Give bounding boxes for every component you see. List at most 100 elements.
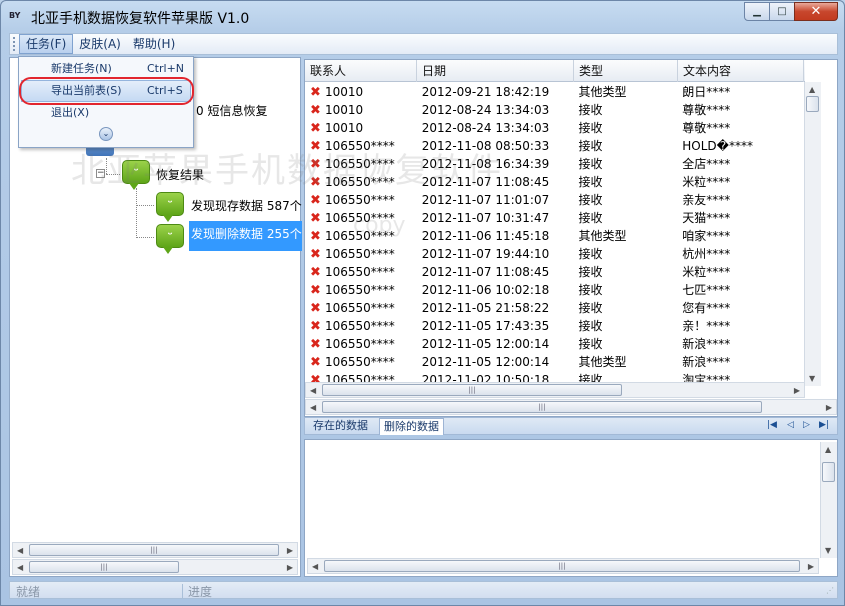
tree-node-results[interactable]: 恢复结果 xyxy=(156,166,204,183)
cell-contact: ✖ 106550**** xyxy=(305,245,417,263)
scroll-thumb[interactable] xyxy=(806,96,819,112)
table-row[interactable]: ✖ 106550**** 2012-11-05 21:58:22 接收 您有**** xyxy=(305,299,803,317)
next-page-icon[interactable]: ▷ xyxy=(803,420,810,430)
table-row[interactable]: ✖ 106550**** 2012-11-07 11:08:45 接收 米粒**** xyxy=(305,173,803,191)
scroll-left-icon[interactable]: ◀ xyxy=(310,403,316,412)
table-row[interactable]: ✖ 106550**** 2012-11-05 12:00:14 其他类型 新浪**** xyxy=(305,353,803,371)
cell-type: 接收 xyxy=(573,119,677,137)
table-row[interactable]: ✖ 106550**** 2012-11-07 11:08:45 接收 米粒**** xyxy=(305,263,803,281)
deleted-x-icon: ✖ xyxy=(310,175,321,190)
close-button[interactable]: ✕ xyxy=(794,2,838,21)
table-row[interactable]: ✖ 106550**** 2012-11-06 10:02:18 接收 七匹**** xyxy=(305,281,803,299)
scroll-right-icon[interactable]: ▶ xyxy=(287,546,293,555)
message-detail-pane[interactable]: ▲ ▼ ◀ ||| ▶ xyxy=(304,439,838,577)
last-page-icon[interactable]: ▶| xyxy=(819,420,829,430)
scroll-left-icon[interactable]: ◀ xyxy=(17,563,23,572)
scroll-thumb[interactable] xyxy=(822,462,835,482)
table-row[interactable]: ✖ 106550**** 2012-11-05 12:00:14 接收 新浪**** xyxy=(305,335,803,353)
table-row[interactable]: ✖ 10010 2012-08-24 13:34:03 接收 尊敬**** xyxy=(305,119,803,137)
column-header-type[interactable]: 类型 xyxy=(574,60,678,82)
scroll-down-icon[interactable]: ▼ xyxy=(825,546,831,555)
table-row[interactable]: ✖ 106550**** 2012-11-06 11:45:18 其他类型 咱家**** xyxy=(305,227,803,245)
table-hscroll-upper[interactable]: ◀ ||| ▶ xyxy=(305,382,805,398)
table-vscroll[interactable]: ▲ ▼ xyxy=(804,82,821,386)
table-hscroll-lower[interactable]: ◀ ||| ▶ xyxy=(305,399,837,415)
table-row[interactable]: ✖ 10010 2012-08-24 13:34:03 接收 尊敬**** xyxy=(305,101,803,119)
minimize-button[interactable]: ▁ xyxy=(744,2,770,21)
scroll-thumb[interactable]: ||| xyxy=(29,561,179,573)
tree-root-label[interactable]: 0 短信息恢复 xyxy=(196,102,267,119)
scroll-right-icon[interactable]: ▶ xyxy=(794,386,800,395)
tree-hscroll-upper[interactable]: ◀ ||| ▶ xyxy=(12,542,298,558)
cell-value: 10010 xyxy=(325,121,364,135)
table-row[interactable]: ✖ 106550**** 2012-11-05 17:43:35 接收 亲！**** xyxy=(305,317,803,335)
cell-date: 2012-09-21 18:42:19 xyxy=(417,83,574,101)
cell-type: 接收 xyxy=(573,263,677,281)
scroll-thumb[interactable]: ||| xyxy=(322,401,762,413)
cell-text: 七匹**** xyxy=(677,281,803,299)
column-header-contact[interactable]: 联系人 xyxy=(305,60,417,82)
app-window: BY 北亚手机数据恢复软件苹果版 V1.0 ▁ □ ✕ 任务(F) 皮肤(A) … xyxy=(0,0,845,606)
scroll-right-icon[interactable]: ▶ xyxy=(287,563,293,572)
cell-value: 天猫**** xyxy=(682,211,731,225)
tree-node-deleted[interactable]: 发现删除数据 255个 xyxy=(189,221,302,251)
window-controls: ▁ □ ✕ xyxy=(744,2,838,22)
cell-value: 106550**** xyxy=(325,139,395,153)
menu-item-exit[interactable]: 退出(X) xyxy=(21,102,191,124)
tab-deleted[interactable]: 删除的数据 xyxy=(379,418,444,435)
cell-value: 106550**** xyxy=(325,283,395,297)
tab-existing[interactable]: 存在的数据 xyxy=(309,418,372,435)
table-row[interactable]: ✖ 106550**** 2012-11-07 19:44:10 接收 杭州**** xyxy=(305,245,803,263)
column-header-text[interactable]: 文本内容 xyxy=(678,60,804,82)
tree-hscroll-lower[interactable]: ◀ ||| ▶ xyxy=(12,559,298,575)
scroll-right-icon[interactable]: ▶ xyxy=(826,403,832,412)
cell-text: 咱家**** xyxy=(677,227,803,245)
status-divider xyxy=(182,584,183,598)
table-row[interactable]: ✖ 106550**** 2012-11-08 08:50:33 接收 HOLD�***… xyxy=(305,137,803,155)
cell-value: 接收 xyxy=(578,247,603,261)
prev-page-icon[interactable]: ◁ xyxy=(787,420,794,430)
table-row[interactable]: ✖ 10010 2012-09-21 18:42:19 其他类型 朗日**** xyxy=(305,83,803,101)
scroll-thumb[interactable]: ||| xyxy=(324,560,800,572)
scroll-up-icon[interactable]: ▲ xyxy=(825,445,831,454)
menu-skin[interactable]: 皮肤(A) xyxy=(73,34,127,54)
table-row[interactable]: ✖ 106550**** 2012-11-07 10:31:47 接收 天猫**** xyxy=(305,209,803,227)
cell-type: 接收 xyxy=(573,245,677,263)
detail-vscroll[interactable]: ▲ ▼ xyxy=(820,442,837,558)
maximize-button[interactable]: □ xyxy=(769,2,795,21)
deleted-x-icon: ✖ xyxy=(310,319,321,334)
scroll-thumb[interactable]: ||| xyxy=(29,544,279,556)
window-title: 北亚手机数据恢复软件苹果版 V1.0 xyxy=(31,11,250,27)
scroll-thumb[interactable]: ||| xyxy=(322,384,622,396)
tree-line xyxy=(136,237,154,238)
detail-hscroll[interactable]: ◀ ||| ▶ xyxy=(307,558,819,574)
first-page-icon[interactable]: |◀ xyxy=(767,420,777,430)
cell-date: 2012-11-05 12:00:14 xyxy=(417,353,574,371)
expand-more-icon[interactable]: ⌄ xyxy=(99,127,113,141)
scroll-up-icon[interactable]: ▲ xyxy=(809,85,815,94)
cell-value: 其他类型 xyxy=(578,229,627,243)
cell-contact: ✖ 106550**** xyxy=(305,299,417,317)
collapse-toggle-icon[interactable]: − xyxy=(96,169,105,178)
tree-node-existing[interactable]: 发现现存数据 587个 xyxy=(191,197,302,214)
cell-type: 接收 xyxy=(573,317,677,335)
cell-type: 接收 xyxy=(573,299,677,317)
scroll-down-icon[interactable]: ▼ xyxy=(809,374,815,383)
scroll-left-icon[interactable]: ◀ xyxy=(310,386,316,395)
table-row[interactable]: ✖ 106550**** 2012-11-08 16:34:39 接收 全店**** xyxy=(305,155,803,173)
deleted-x-icon: ✖ xyxy=(310,247,321,262)
table-row[interactable]: ✖ 106550**** 2012-11-07 11:01:07 接收 亲友**** xyxy=(305,191,803,209)
cell-contact: ✖ 106550**** xyxy=(305,263,417,281)
status-bar: 就绪 进度 ⋰ xyxy=(9,581,838,599)
menu-help[interactable]: 帮助(H) xyxy=(127,34,181,54)
cell-value: 2012-11-08 08:50:33 xyxy=(421,139,550,153)
cell-type: 接收 xyxy=(573,281,677,299)
resize-grip-icon[interactable]: ⋰ xyxy=(826,586,834,595)
cell-contact: ✖ 10010 xyxy=(305,101,417,119)
column-header-date[interactable]: 日期 xyxy=(417,60,574,82)
menu-task[interactable]: 任务(F) xyxy=(19,34,74,54)
scroll-right-icon[interactable]: ▶ xyxy=(808,562,814,571)
scroll-left-icon[interactable]: ◀ xyxy=(17,546,23,555)
cell-text: 米粒**** xyxy=(677,263,803,281)
scroll-left-icon[interactable]: ◀ xyxy=(312,562,318,571)
